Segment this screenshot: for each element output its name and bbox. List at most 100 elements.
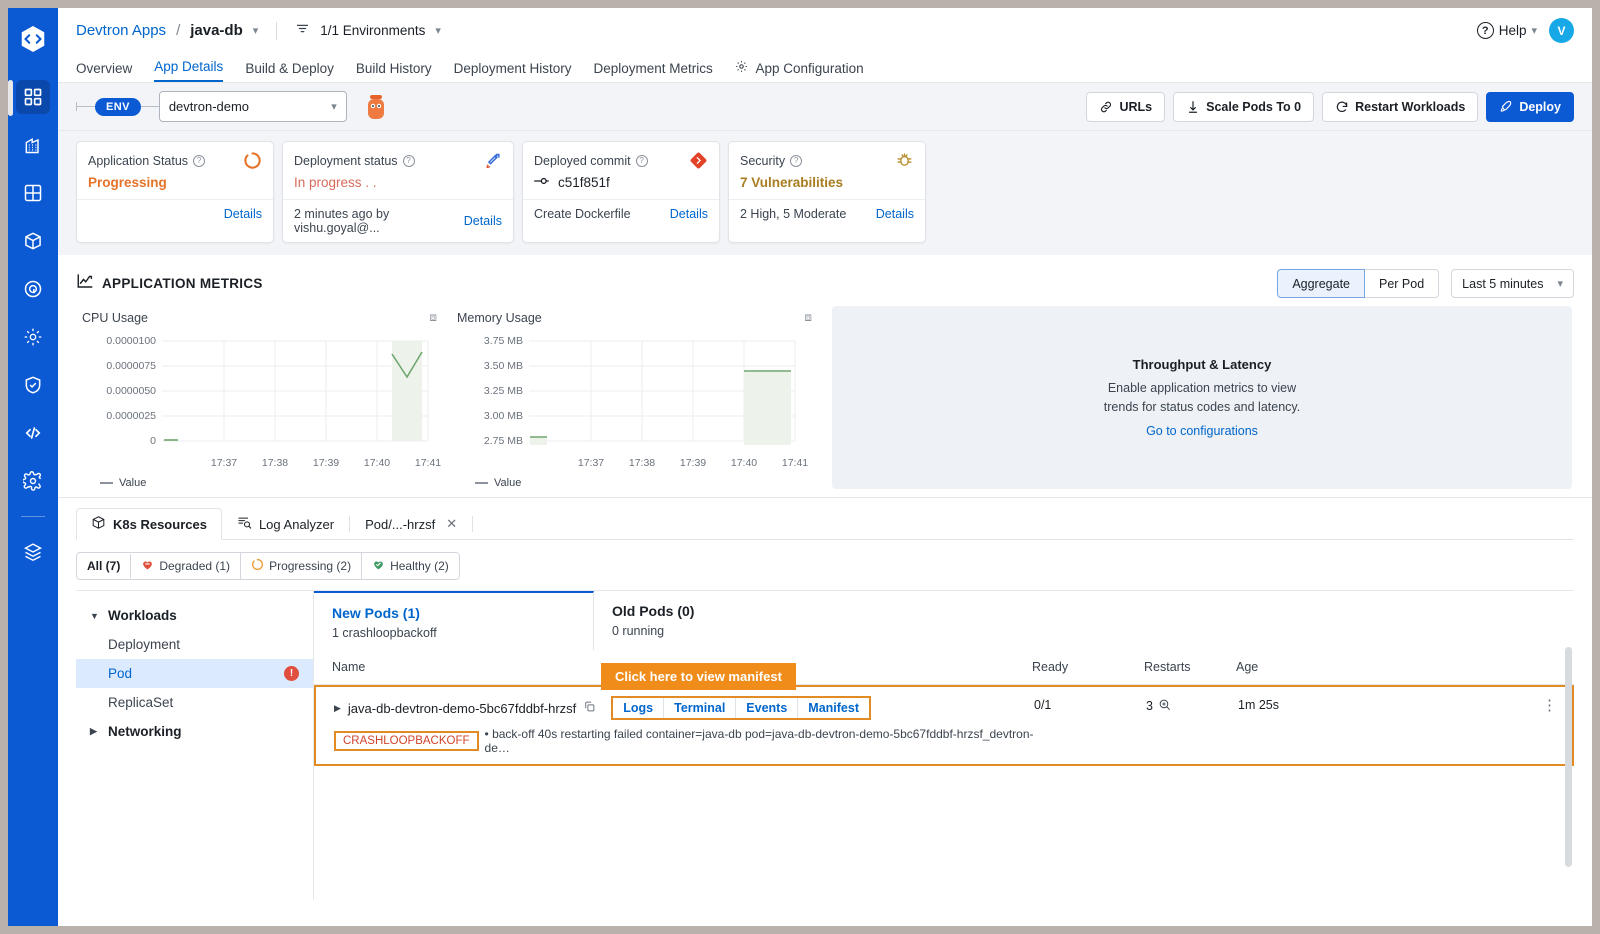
devtron-logo-icon[interactable] [18, 24, 48, 54]
progressing-spinner-icon [251, 558, 264, 574]
security-card[interactable]: Security ? 7 Vulnerabilities 2 High, 5 M… [728, 141, 926, 243]
security-value: 7 Vulnerabilities [740, 175, 914, 190]
tab-overview[interactable]: Overview [76, 61, 132, 82]
application-status-title-row: Application Status ? [88, 151, 262, 170]
old-pods-tab[interactable]: Old Pods (0) 0 running [594, 591, 874, 650]
deployed-commit-details-link[interactable]: Details [670, 207, 708, 221]
charts-row: CPU Usage ⧈ [76, 306, 1574, 489]
tab-log-analyzer[interactable]: Log Analyzer [222, 508, 349, 540]
tree-item-pod[interactable]: Pod ! [76, 659, 313, 688]
tab-k8s-resources[interactable]: K8s Resources [76, 508, 222, 540]
sidebar-item-app-groups[interactable] [16, 176, 50, 210]
time-range-select[interactable]: Last 5 minutes ▾ [1451, 269, 1574, 298]
sidebar-resize-handle[interactable] [8, 80, 13, 116]
environments-filter-icon[interactable] [295, 21, 310, 41]
cpu-xtick-0: 17:37 [211, 457, 237, 469]
expand-icon[interactable]: ⧈ [429, 310, 437, 325]
sidebar-item-clusters[interactable] [16, 272, 50, 306]
tab-build-and-deploy[interactable]: Build & Deploy [245, 61, 334, 82]
avatar[interactable]: V [1549, 18, 1574, 43]
tree-group-workloads[interactable]: ▼ Workloads [76, 601, 313, 630]
table-row[interactable]: ▶ java-db-devtron-demo-5bc67fddbf-hrzsf … [316, 687, 1572, 764]
resource-tab-bar: K8s Resources Log Analyzer Pod/...-hrzsf… [76, 508, 1574, 540]
tab-app-details[interactable]: App Details [154, 59, 223, 82]
go-to-configurations-link[interactable]: Go to configurations [1146, 424, 1258, 438]
logs-link[interactable]: Logs [613, 698, 664, 718]
question-mark-icon: ? [1477, 22, 1494, 39]
copy-icon[interactable] [583, 700, 596, 716]
events-link[interactable]: Events [736, 698, 798, 718]
sidebar-item-bulk-edit[interactable] [16, 320, 50, 354]
tab-pod-detail[interactable]: Pod/...-hrzsf ✕ [350, 508, 472, 540]
screenshot-root: Devtron Apps / java-db ▾ 1/1 Environment… [0, 0, 1600, 934]
environments-chevron-down-icon[interactable]: ▾ [435, 24, 441, 37]
sidebar-item-chart-store[interactable] [16, 224, 50, 258]
sidebar-item-security[interactable] [16, 368, 50, 402]
close-icon[interactable]: ✕ [446, 516, 457, 532]
deployed-commit-hash: c51f851f [558, 175, 610, 190]
deployment-status-card[interactable]: Deployment status ? In progress . . 2 mi… [282, 141, 514, 243]
per-pod-toggle[interactable]: Per Pod [1365, 269, 1439, 298]
terminal-link[interactable]: Terminal [664, 698, 736, 718]
tab-deployment-history[interactable]: Deployment History [454, 61, 572, 82]
application-status-card[interactable]: Application Status ? Progressing Details [76, 141, 274, 243]
tab-deployment-metrics[interactable]: Deployment Metrics [593, 61, 712, 82]
mem-xtick-0: 17:37 [578, 457, 604, 469]
pod-status-line: CRASHLOOPBACKOFF • back-off 40s restarti… [334, 727, 1034, 755]
urls-button[interactable]: URLs [1086, 92, 1165, 122]
info-icon[interactable]: ? [193, 155, 205, 167]
deploy-button[interactable]: Deploy [1486, 92, 1574, 122]
memory-usage-chart-header: Memory Usage ⧈ [451, 306, 818, 329]
header-ready: Ready [1032, 660, 1144, 674]
chip-all[interactable]: All (7) [77, 554, 131, 578]
urls-button-label: URLs [1119, 100, 1152, 114]
new-pods-tab[interactable]: New Pods (1) 1 crashloopbackoff [314, 591, 594, 650]
info-icon[interactable]: ? [636, 155, 648, 167]
chevron-right-icon[interactable]: ▶ [334, 703, 341, 714]
info-icon[interactable]: ? [790, 155, 802, 167]
deployment-status-card-footer: 2 minutes ago by vishu.goyal@... Details [283, 199, 513, 242]
manifest-link[interactable]: Manifest [798, 698, 869, 718]
application-status-details-link[interactable]: Details [224, 207, 262, 221]
header-age: Age [1236, 660, 1356, 674]
sidebar-item-code-icon[interactable] [16, 416, 50, 450]
sidebar-item-jobs[interactable] [16, 128, 50, 162]
environment-select[interactable]: devtron-demo ▾ [159, 91, 347, 122]
restart-workloads-button[interactable]: Restart Workloads [1322, 92, 1478, 122]
security-details-link[interactable]: Details [876, 207, 914, 221]
cpu-ytick-0: 0 [76, 435, 156, 447]
tree-group-networking[interactable]: ▶ Networking [76, 717, 313, 746]
throughput-latency-line1: Enable application metrics to view [1104, 379, 1300, 398]
mem-ytick-4: 3.75 MB [451, 335, 523, 347]
scale-pods-button[interactable]: Scale Pods To 0 [1173, 92, 1314, 122]
resource-tab-divider-2 [472, 516, 473, 532]
magnifier-icon[interactable] [1158, 698, 1171, 714]
sidebar-item-global-configurations[interactable] [16, 464, 50, 498]
mem-xtick-2: 17:39 [680, 457, 706, 469]
aggregate-toggle[interactable]: Aggregate [1277, 269, 1365, 298]
breadcrumb-root-link[interactable]: Devtron Apps [76, 22, 166, 39]
sidebar-item-applications[interactable] [16, 80, 50, 114]
help-button[interactable]: ? Help ▾ [1477, 22, 1537, 39]
tab-build-history[interactable]: Build History [356, 61, 432, 82]
app-selector-chevron-down-icon[interactable]: ▾ [253, 24, 259, 37]
tree-item-replicaset[interactable]: ReplicaSet [76, 688, 313, 717]
status-card-row: Application Status ? Progressing Details [58, 131, 1592, 255]
sidebar-item-stack-manager[interactable] [16, 535, 50, 569]
tree-item-deployment[interactable]: Deployment [76, 630, 313, 659]
chip-progressing[interactable]: Progressing (2) [241, 553, 362, 579]
chip-healthy[interactable]: Healthy (2) [362, 553, 459, 579]
environment-toolbar: ENV devtron-demo ▾ URLs Scale Pods To 0 [58, 83, 1592, 131]
deployed-commit-card-body: Deployed commit ? c51f851f [523, 142, 719, 199]
security-title: Security [740, 154, 785, 168]
deployed-commit-message: Create Dockerfile [534, 207, 631, 221]
panel-scrollbar[interactable] [1565, 647, 1572, 867]
pod-action-links: Logs Terminal Events Manifest [611, 696, 871, 720]
info-icon[interactable]: ? [403, 155, 415, 167]
deployment-status-details-link[interactable]: Details [464, 214, 502, 228]
expand-icon[interactable]: ⧈ [804, 310, 812, 325]
chip-degraded[interactable]: Degraded (1) [131, 553, 241, 579]
tab-app-configuration[interactable]: App Configuration [735, 60, 864, 82]
help-chevron-down-icon: ▾ [1531, 24, 1537, 37]
deployed-commit-card[interactable]: Deployed commit ? c51f851f Create [522, 141, 720, 243]
